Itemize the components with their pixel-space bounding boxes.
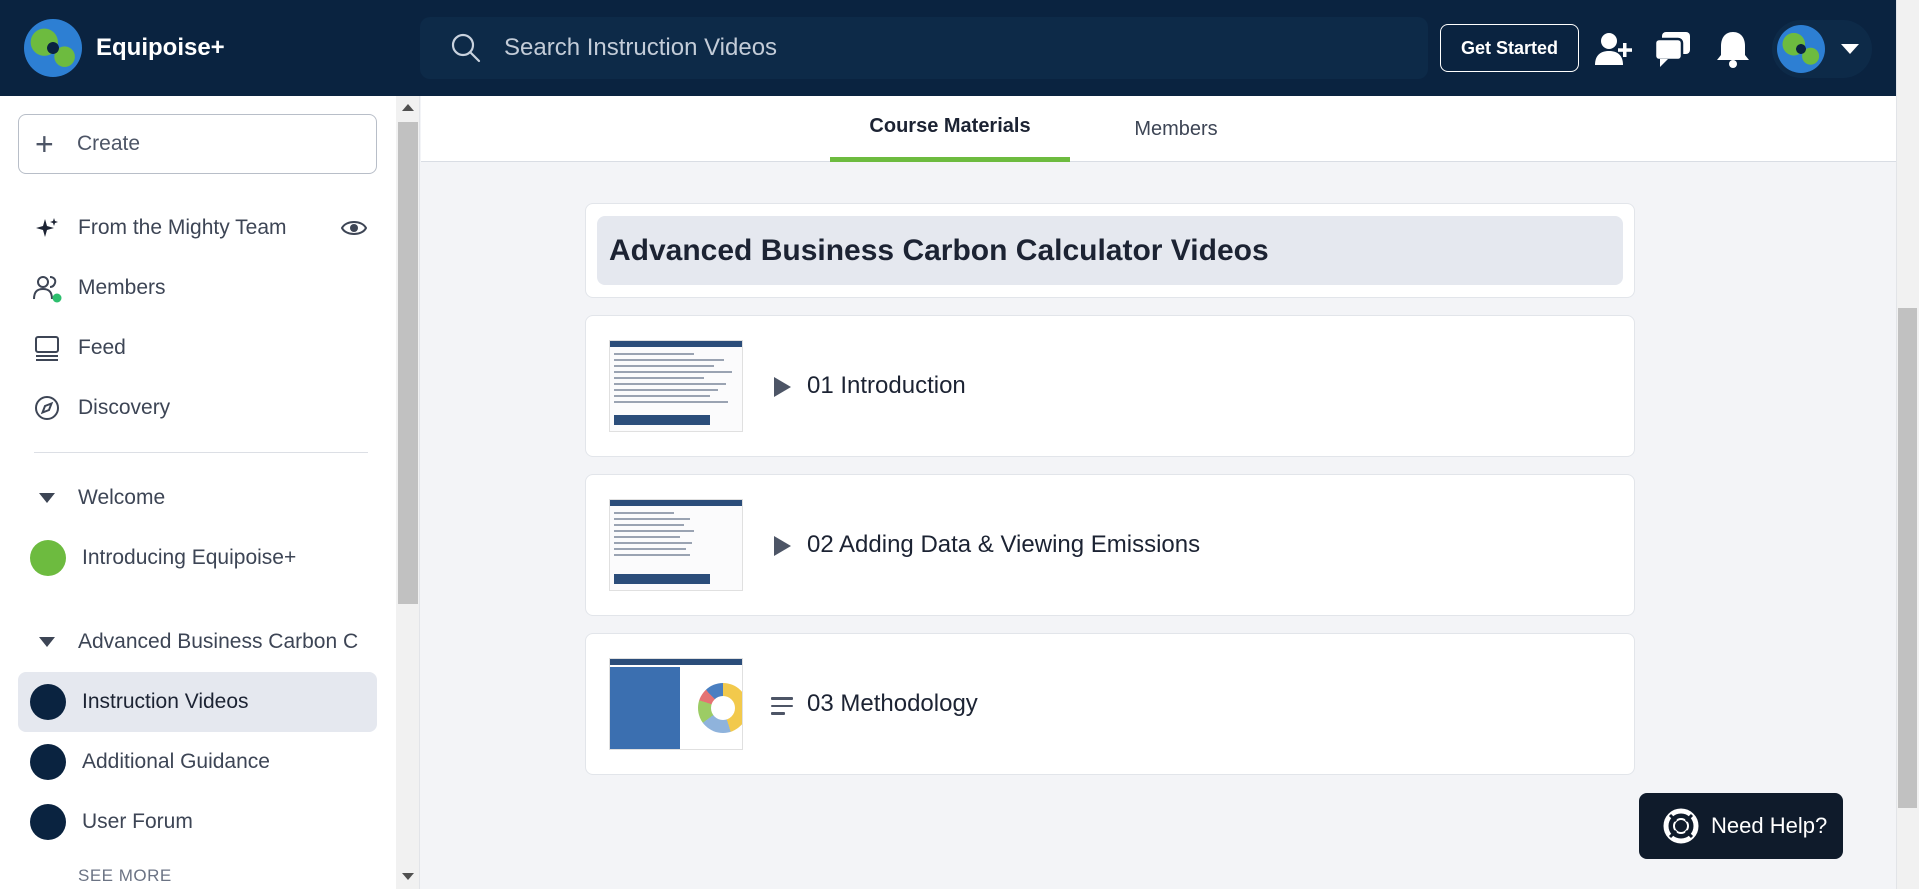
create-label: Create — [77, 132, 141, 155]
search-input[interactable] — [504, 34, 1304, 62]
scroll-down-arrow-icon[interactable] — [402, 873, 414, 880]
sidebar-item-feed[interactable]: Feed — [18, 318, 377, 378]
chat-icon[interactable] — [1652, 28, 1694, 70]
sidebar-item-from-the-mighty-team[interactable]: From the Mighty Team — [18, 198, 377, 258]
lesson-thumbnail — [609, 340, 743, 432]
caret-down-icon — [32, 627, 62, 657]
text-fade — [360, 626, 396, 666]
brand-name: Equipoise+ — [96, 34, 225, 61]
eye-icon[interactable] — [341, 216, 367, 240]
lesson-thumbnail — [609, 658, 743, 750]
sidebar-section-advanced-business-carbon[interactable]: Advanced Business Carbon C — [18, 612, 377, 672]
space-dot-icon — [30, 744, 66, 780]
sidebar-item-label: Discovery — [78, 396, 171, 419]
page-scrollbar-thumb[interactable] — [1898, 308, 1917, 808]
sidebar-scrollbar-thumb[interactable] — [398, 122, 418, 604]
sidebar-item-introducing-equipoise[interactable]: Introducing Equipoise+ — [18, 528, 377, 588]
lesson-card-03[interactable]: 03 Methodology — [585, 633, 1635, 775]
sidebar-section-label: Welcome — [78, 486, 166, 509]
sidebar-item-label: Members — [78, 276, 166, 299]
sidebar: + Create From the Mighty Team Members Fe… — [0, 96, 396, 889]
members-icon — [32, 273, 62, 303]
sidebar-item-user-forum[interactable]: User Forum — [18, 792, 377, 852]
need-help-button[interactable]: Need Help? — [1639, 793, 1843, 859]
sidebar-divider — [34, 452, 368, 453]
need-help-label: Need Help? — [1711, 813, 1828, 838]
tab-course-materials[interactable]: Course Materials — [830, 96, 1070, 162]
feed-icon — [32, 333, 62, 363]
play-icon — [774, 377, 791, 397]
sidebar-item-label: Instruction Videos — [82, 690, 249, 713]
search-icon — [451, 33, 481, 63]
space-dot-icon — [30, 684, 66, 720]
space-dot-icon — [30, 540, 66, 576]
sidebar-section-welcome[interactable]: Welcome — [18, 468, 377, 528]
space-dot-icon — [30, 804, 66, 840]
tab-members[interactable]: Members — [1091, 96, 1261, 162]
caret-down-icon — [32, 483, 62, 513]
lesson-title: 02 Adding Data & Viewing Emissions — [807, 531, 1201, 558]
lesson-thumbnail — [609, 499, 743, 591]
sidebar-section-label: Advanced Business Carbon C — [78, 630, 359, 653]
course-title-box: Advanced Business Carbon Calculator Vide… — [597, 216, 1623, 285]
sidebar-item-additional-guidance[interactable]: Additional Guidance — [18, 732, 377, 792]
sidebar-item-members[interactable]: Members — [18, 258, 377, 318]
sidebar-item-instruction-videos[interactable]: Instruction Videos — [18, 672, 377, 732]
bell-icon[interactable] — [1712, 28, 1754, 70]
sidebar-item-label: Feed — [78, 336, 126, 359]
sparkle-icon — [32, 213, 62, 243]
see-more-link[interactable]: SEE MORE — [78, 866, 172, 886]
sidebar-item-discovery[interactable]: Discovery — [18, 378, 377, 438]
lifebuoy-icon — [1663, 808, 1699, 844]
plus-icon: + — [35, 126, 54, 162]
play-icon — [774, 536, 791, 556]
top-bar: Equipoise+ Get Started — [0, 0, 1896, 96]
chevron-down-icon[interactable] — [1841, 44, 1859, 54]
sidebar-item-label: From the Mighty Team — [78, 216, 287, 239]
course-title: Advanced Business Carbon Calculator Vide… — [609, 233, 1269, 267]
lesson-card-01[interactable]: 01 Introduction — [585, 315, 1635, 457]
sidebar-item-label: User Forum — [82, 810, 193, 833]
sidebar-item-label: Additional Guidance — [82, 750, 270, 773]
lesson-card-02[interactable]: 02 Adding Data & Viewing Emissions — [585, 474, 1635, 616]
search-bar[interactable] — [420, 17, 1428, 79]
lesson-title: 01 Introduction — [807, 372, 966, 399]
document-icon — [771, 697, 793, 720]
scroll-up-arrow-icon[interactable] — [402, 104, 414, 111]
globe-logo-icon — [24, 19, 82, 77]
course-header: Advanced Business Carbon Calculator Vide… — [585, 203, 1635, 298]
create-button[interactable]: + Create — [18, 114, 377, 174]
avatar[interactable] — [1777, 25, 1825, 73]
sidebar-item-label: Introducing Equipoise+ — [82, 546, 297, 569]
add-person-icon[interactable] — [1592, 28, 1634, 70]
tab-bar: Course Materials Members — [421, 96, 1896, 162]
compass-icon — [32, 393, 62, 423]
brand[interactable]: Equipoise+ — [24, 19, 414, 77]
lesson-title: 03 Methodology — [807, 690, 978, 717]
account-menu[interactable] — [1772, 20, 1872, 78]
get-started-button[interactable]: Get Started — [1440, 24, 1579, 72]
